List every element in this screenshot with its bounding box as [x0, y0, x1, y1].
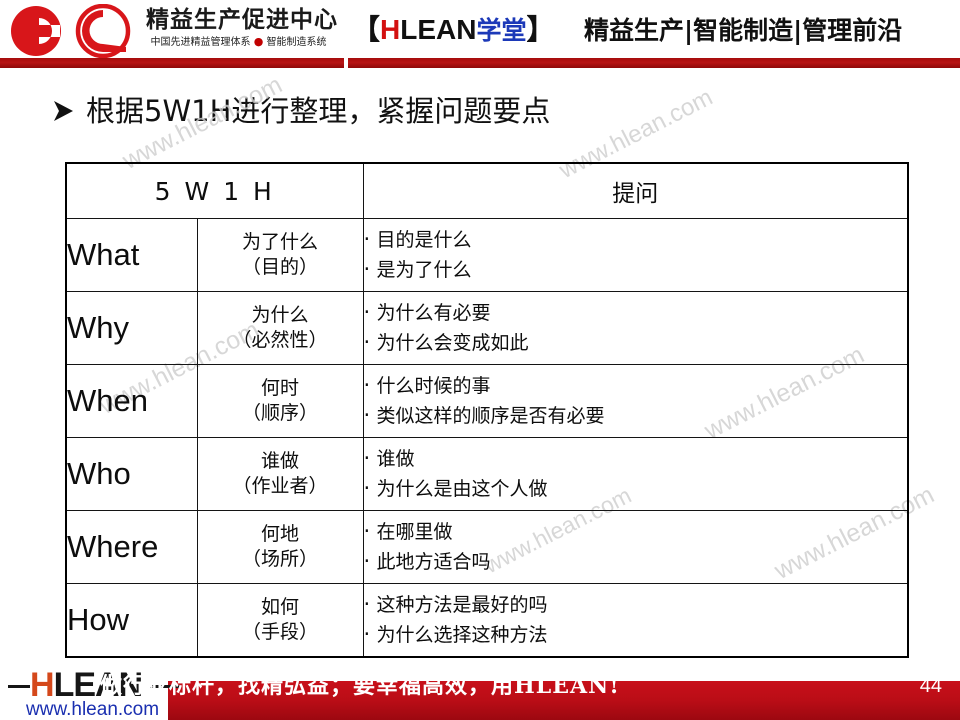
bracket-close: 】 — [526, 14, 555, 45]
meaning-main: 谁做 — [261, 450, 300, 472]
slide-title-row: 根据5W1H进行整理，紧握问题要点 — [52, 94, 550, 128]
arrow-bullet-icon — [54, 101, 73, 121]
meaning-main: 何地 — [261, 523, 300, 545]
table-row: What 为了什么 （目的） 目的是什么是为了什么 — [65, 218, 909, 292]
cell-questions: 为什么有必要为什么会变成如此 — [362, 291, 909, 365]
brand-name-cn: 精益生产促进中心 — [146, 6, 338, 33]
cell-keyword: What — [65, 218, 198, 292]
question-line: 为什么选择这种方法 — [364, 620, 908, 650]
meaning-main: 如何 — [261, 596, 300, 618]
meaning-sub: （目的） — [242, 256, 319, 278]
logo-stroke-left-icon — [8, 685, 30, 688]
cell-meaning: 为了什么 （目的） — [196, 218, 364, 292]
cell-keyword: Why — [65, 291, 198, 365]
hlean-letters-lean: LEAN — [400, 14, 477, 45]
slide-footer: HLEAN www.hlean.com 做行业标杆，找精弘益；要幸福高效，用HL… — [0, 666, 960, 720]
cell-meaning: 为什么 （必然性） — [196, 291, 364, 365]
footer-logo-url[interactable]: www.hlean.com — [26, 700, 159, 720]
meaning-sub: （手段） — [242, 621, 319, 643]
meaning-sub: （作业者） — [232, 475, 328, 497]
bracket-open: 【 — [352, 14, 381, 45]
cell-keyword: How — [65, 583, 198, 658]
hlean-letter-h: H — [380, 14, 401, 45]
table-header-ask: 提问 — [362, 162, 909, 219]
question-line: 此地方适合吗 — [364, 547, 908, 577]
meaning-main: 为什么 — [251, 304, 309, 326]
cell-questions: 目的是什么是为了什么 — [362, 218, 909, 292]
question-line: 类似这样的顺序是否有必要 — [364, 401, 908, 431]
hlean-circles-logo-icon — [8, 3, 140, 59]
table-header-5w1h: 5 W 1 H — [65, 162, 364, 219]
table-row: How 如何 （手段） 这种方法是最好的吗为什么选择这种方法 — [65, 583, 909, 658]
question-line: 是为了什么 — [364, 255, 908, 285]
w5h1-table: 5 W 1 H 提问 What 为了什么 （目的） 目的是什么是为了什么 Why 为什么 （… — [65, 162, 910, 658]
cell-meaning: 何时 （顺序） — [196, 364, 364, 438]
cell-meaning: 如何 （手段） — [196, 583, 364, 658]
table-row: Who谁做（作业者）谁做为什么是由这个人做 — [65, 437, 909, 511]
page-number: 44 — [919, 675, 942, 697]
question-line: 为什么有必要 — [364, 298, 908, 328]
meaning-main: 为了什么 — [242, 231, 319, 253]
header-rule-gap — [344, 58, 348, 68]
meaning-sub: （场所） — [242, 548, 319, 570]
page-title: 根据5W1H进行整理，紧握问题要点 — [86, 94, 551, 128]
question-line: 为什么会变成如此 — [364, 328, 908, 358]
hlean-xuetang-cn: 学堂 — [476, 16, 527, 45]
footer-slogan: 做行业标杆，找精弘益；要幸福高效，用HLEAN! — [100, 673, 620, 699]
brand-subtitle-dot: ● — [253, 35, 264, 48]
cell-questions: 这种方法是最好的吗为什么选择这种方法 — [362, 583, 909, 658]
question-line: 为什么是由这个人做 — [364, 474, 908, 504]
table-header-row: 5 W 1 H 提问 — [65, 162, 909, 219]
cell-meaning: 何地 （场所） — [196, 510, 364, 584]
cell-questions: 在哪里做此地方适合吗 — [362, 510, 909, 584]
question-line: 在哪里做 — [364, 517, 908, 547]
question-line: 目的是什么 — [364, 225, 908, 255]
cell-keyword: When — [65, 364, 198, 438]
cell-meaning: 谁做 （作业者） — [196, 437, 364, 511]
meaning-sub: （必然性） — [232, 329, 328, 351]
table-row: Why 为什么 （必然性） 为什么有必要为什么会变成如此 — [65, 291, 909, 365]
question-line: 谁做 — [364, 444, 908, 474]
question-line: 什么时候的事 — [364, 371, 908, 401]
meaning-main: 何时 — [261, 377, 300, 399]
cell-keyword: Where — [65, 510, 198, 584]
question-line: 这种方法是最好的吗 — [364, 590, 908, 620]
table-row: Where 何地 （场所） 在哪里做此地方适合吗 — [65, 510, 909, 584]
cell-questions: 什么时候的事类似这样的顺序是否有必要 — [362, 364, 909, 438]
cell-keyword: Who — [65, 437, 198, 511]
brand-chinese-block: 精益生产促进中心 中国先进精益管理体系 ● 智能制造系统 — [146, 6, 338, 50]
header-red-rule — [0, 58, 960, 68]
header-tagline: 精益生产|智能制造|管理前沿 — [584, 16, 903, 45]
cell-questions: 谁做为什么是由这个人做 — [362, 437, 909, 511]
meaning-sub: （顺序） — [242, 402, 319, 424]
brand-subtitle-right: 智能制造系统 — [266, 37, 327, 48]
slide-header: 精益生产促进中心 中国先进精益管理体系 ● 智能制造系统 【HLEAN学堂】 精… — [0, 0, 960, 68]
brand-subtitle-left: 中国先进精益管理体系 — [150, 37, 251, 48]
hlean-xuetang-title: 【HLEAN学堂】 — [352, 12, 555, 49]
brand-subtitle-cn: 中国先进精益管理体系 ● 智能制造系统 — [146, 35, 331, 50]
table-row: When 何时 （顺序） 什么时候的事类似这样的顺序是否有必要 — [65, 364, 909, 438]
